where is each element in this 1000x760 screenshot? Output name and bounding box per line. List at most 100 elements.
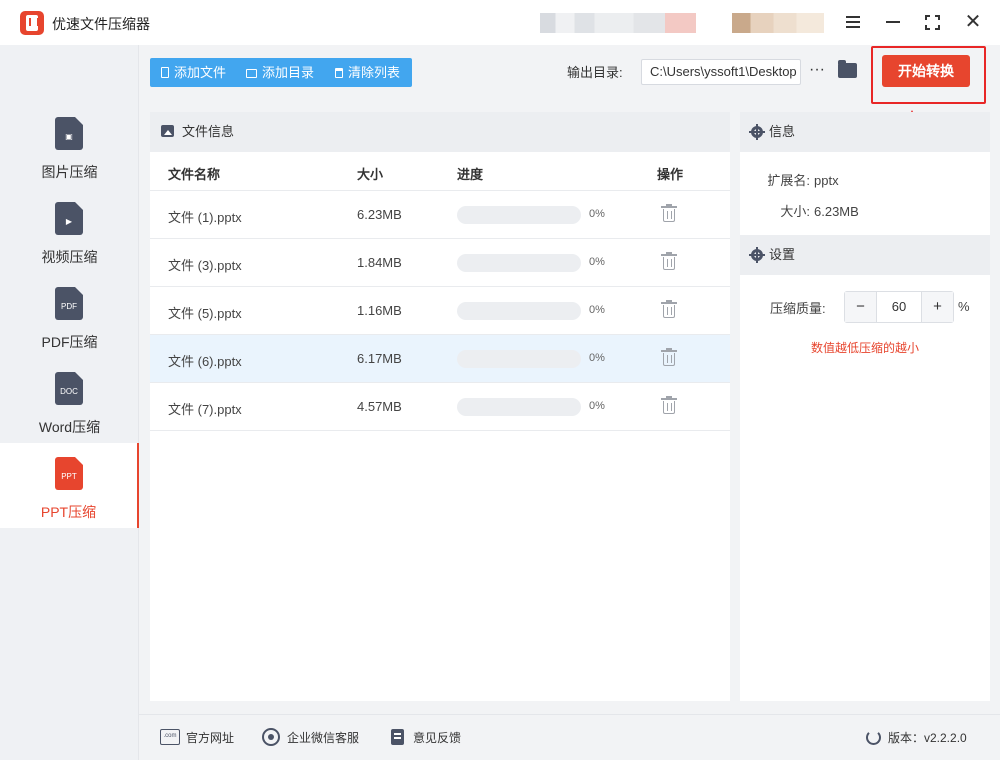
- feedback-icon: [391, 729, 404, 745]
- table-row[interactable]: 文件 (6).pptx 6.17MB 0%: [150, 335, 730, 383]
- output-dir-input[interactable]: C:\Users\yssoft1\Desktop: [641, 59, 801, 85]
- ext-value: pptx: [814, 173, 839, 188]
- app-title: 优速文件压缩器: [52, 16, 150, 32]
- column-header-action: 操作: [657, 167, 684, 182]
- refresh-icon[interactable]: [866, 730, 881, 745]
- add-file-button[interactable]: 添加文件: [161, 58, 226, 87]
- ppt-file-icon: PPT: [55, 457, 83, 490]
- image-icon: [161, 125, 174, 137]
- info-size-line: 大小: 6.23MB: [756, 201, 859, 220]
- feedback-link[interactable]: 意见反馈: [413, 729, 461, 746]
- sidebar-item-label: Word压缩: [38, 419, 101, 435]
- info-ext-line: 扩展名: pptx: [756, 170, 839, 189]
- info-title: 信息: [769, 124, 796, 139]
- more-options-button[interactable]: ···: [808, 60, 826, 80]
- blurred-avatar-area: [732, 13, 824, 33]
- progress-bar: [457, 206, 581, 224]
- sidebar-item-video[interactable]: ▶ 视频压缩: [0, 188, 139, 273]
- file-panel-header: 文件信息: [150, 112, 730, 152]
- file-toolbar: 添加文件 添加目录 清除列表: [150, 58, 412, 87]
- progress-percent: 0%: [589, 352, 605, 364]
- image-file-icon: ▣: [55, 117, 83, 150]
- sidebar-item-label: 视频压缩: [41, 249, 98, 265]
- progress-percent: 0%: [589, 256, 605, 268]
- table-row[interactable]: 文件 (7).pptx 4.57MB 0%: [150, 383, 730, 431]
- quality-unit: %: [958, 299, 970, 314]
- settings-title: 设置: [769, 247, 796, 262]
- trash-icon: [335, 68, 343, 78]
- info-header: 信息: [740, 112, 990, 152]
- column-header-size: 大小: [357, 167, 384, 182]
- sidebar: ▣ 图片压缩 ▶ 视频压缩 PDF PDF压缩 DOC Word压缩 PPT P…: [0, 45, 139, 760]
- footer-bar: .com 官方网址 企业微信客服 意见反馈 版本：v2.2.2.0: [139, 714, 1000, 760]
- sidebar-item-pdf[interactable]: PDF PDF压缩: [0, 273, 139, 358]
- delete-file-icon[interactable]: [661, 252, 677, 270]
- file-name: 文件 (5).pptx: [168, 306, 242, 321]
- add-directory-button[interactable]: 添加目录: [246, 58, 314, 87]
- clear-list-button[interactable]: 清除列表: [335, 58, 400, 87]
- file-size: 6.17MB: [357, 351, 402, 366]
- settings-header: 设置: [740, 235, 990, 275]
- size-value: 6.23MB: [814, 204, 859, 219]
- annotation-highlight-box: [871, 46, 986, 104]
- file-icon: [161, 67, 169, 78]
- progress-percent: 0%: [589, 400, 605, 412]
- website-link[interactable]: 官方网址: [186, 729, 234, 746]
- table-row[interactable]: 文件 (1).pptx 6.23MB 0%: [150, 191, 730, 239]
- blurred-account-area: [540, 13, 696, 33]
- file-size: 1.84MB: [357, 255, 402, 270]
- progress-percent: 0%: [589, 304, 605, 316]
- website-icon: .com: [160, 729, 180, 745]
- delete-file-icon[interactable]: [661, 348, 677, 366]
- maximize-button[interactable]: [918, 8, 948, 36]
- size-label: 大小:: [780, 204, 810, 219]
- progress-bar: [457, 302, 581, 320]
- sidebar-item-label: PPT压缩: [40, 504, 97, 520]
- minimize-button[interactable]: [878, 8, 908, 36]
- sidebar-item-image[interactable]: ▣ 图片压缩: [0, 103, 139, 188]
- table-row[interactable]: 文件 (3).pptx 1.84MB 0%: [150, 239, 730, 287]
- progress-bar: [457, 398, 581, 416]
- table-row[interactable]: 文件 (5).pptx 1.16MB 0%: [150, 287, 730, 335]
- file-name: 文件 (3).pptx: [168, 258, 242, 273]
- file-table-header: 文件名称 大小 进度 操作: [150, 152, 730, 191]
- title-bar: 优速文件压缩器 ✕: [0, 0, 1000, 45]
- quality-stepper[interactable]: − 60 +: [844, 291, 954, 323]
- progress-bar: [457, 254, 581, 272]
- sidebar-item-ppt[interactable]: PPT PPT压缩: [0, 443, 139, 528]
- progress-bar: [457, 350, 581, 368]
- output-dir-label: 输出目录:: [567, 65, 623, 80]
- close-button[interactable]: ✕: [958, 8, 988, 36]
- video-file-icon: ▶: [55, 202, 83, 235]
- folder-icon: [246, 69, 257, 78]
- column-header-name: 文件名称: [168, 167, 221, 182]
- quality-hint: 数值越低压缩的越小: [810, 341, 919, 355]
- progress-percent: 0%: [589, 208, 605, 220]
- open-folder-icon[interactable]: [838, 60, 857, 78]
- quality-increase-button[interactable]: +: [921, 292, 953, 322]
- file-panel-title: 文件信息: [182, 124, 235, 139]
- delete-file-icon[interactable]: [661, 396, 677, 414]
- version-label: 版本：v2.2.2.0: [888, 731, 967, 745]
- delete-file-icon[interactable]: [661, 300, 677, 318]
- file-list-panel: 文件信息 文件名称 大小 进度 操作 文件 (1).pptx 6.23MB 0% 文件…: [150, 112, 730, 701]
- wechat-service-link[interactable]: 企业微信客服: [287, 729, 359, 746]
- quality-value[interactable]: 60: [877, 292, 921, 322]
- file-name: 文件 (6).pptx: [168, 354, 242, 369]
- sidebar-item-word[interactable]: DOC Word压缩: [0, 358, 139, 443]
- menu-button[interactable]: [838, 8, 868, 36]
- delete-file-icon[interactable]: [661, 204, 677, 222]
- app-logo-icon: [20, 11, 44, 35]
- file-size: 6.23MB: [357, 207, 402, 222]
- file-size: 1.16MB: [357, 303, 402, 318]
- sidebar-item-label: 图片压缩: [41, 164, 98, 180]
- gear-icon: [749, 124, 765, 140]
- pdf-file-icon: PDF: [55, 287, 83, 320]
- doc-file-icon: DOC: [55, 372, 83, 405]
- gear-icon: [749, 247, 765, 263]
- wechat-icon: [262, 728, 280, 746]
- file-name: 文件 (1).pptx: [168, 210, 242, 225]
- side-info-panel: 信息 扩展名: pptx 大小: 6.23MB 设置 压缩质量: − 60 + % …: [740, 112, 990, 701]
- ext-label: 扩展名:: [767, 173, 810, 188]
- quality-decrease-button[interactable]: −: [845, 292, 877, 322]
